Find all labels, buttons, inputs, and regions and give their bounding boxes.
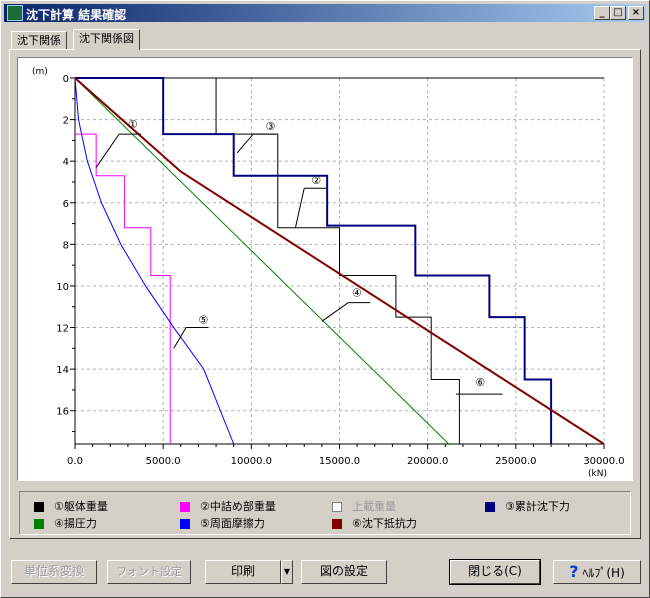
app-icon [7, 5, 23, 21]
button-label: ﾍﾙﾌﾟ(H) [582, 566, 625, 580]
chevron-down-icon: ▼ [283, 567, 291, 576]
annotation-label: ⑥ [475, 376, 485, 389]
y-axis-label: (m) [32, 67, 48, 77]
legend-swatch [34, 519, 44, 529]
button-label: 単位系変換 [23, 564, 84, 578]
y-tick-label: 2 [63, 116, 69, 127]
tab-label: 沈下関係 [17, 34, 61, 47]
help-icon: ? [569, 562, 579, 581]
x-tick-label: 20000.0 [407, 456, 448, 467]
button-label: 図の設定 [319, 564, 368, 578]
print-dropdown-button[interactable]: ▼ [281, 560, 293, 584]
y-tick-label: 16 [56, 407, 69, 418]
button-label: 閉じる(C) [468, 564, 522, 578]
window: 沈下計算 結果確認 _ □ × 沈下関係 沈下関係図 0.0 5000.0 1000… [0, 0, 650, 598]
tab-label: 沈下関係図 [79, 32, 134, 45]
legend-label: ②中詰め部重量 [200, 500, 276, 513]
series-line-5 [74, 77, 235, 445]
button-label: フォント設定 [116, 565, 182, 578]
legend-label: ④揚圧力 [54, 517, 97, 530]
annotation-leader [294, 188, 305, 228]
annotation-label: ③ [265, 120, 275, 133]
x-axis-label: (kN) [588, 469, 607, 479]
settlement-chart: 0.0 5000.0 10000.0 15000.0 20000.0 25000.0 300… [32, 67, 625, 479]
y-tick-label: 10 [56, 282, 69, 293]
close-window-button[interactable]: × [628, 6, 644, 20]
y-tick-label: 4 [63, 157, 69, 168]
minimize-button[interactable]: _ [594, 6, 610, 20]
legend-swatch [332, 519, 342, 529]
print-button[interactable]: 印刷 [205, 560, 281, 584]
series-line-3 [75, 77, 553, 444]
tab-settlement-relation[interactable]: 沈下関係 [11, 31, 67, 49]
legend-swatch [34, 502, 44, 512]
legend-label: 上載重量 [352, 500, 396, 513]
legend-swatch [485, 502, 495, 512]
button-label: 印刷 [230, 564, 255, 578]
y-tick-label: 6 [63, 199, 69, 210]
legend: ①躯体重量 ②中詰め部重量 上載重量 ③累計沈下力 ④揚圧力 ⑤周面摩擦力 ⑥沈… [19, 491, 631, 535]
legend-label: ⑥沈下抵抗力 [352, 517, 417, 530]
x-tick-label: 10000.0 [231, 456, 272, 467]
x-tick-label: 5000.0 [146, 456, 181, 467]
font-settings-button[interactable]: フォント設定 [107, 560, 191, 584]
annotation-leader [236, 133, 254, 154]
x-tick-label: 15000.0 [319, 456, 360, 467]
annotation-label: ① [128, 118, 138, 131]
y-tick-label: 0 [63, 74, 69, 85]
legend-label: ①躯体重量 [54, 500, 108, 513]
legend-swatch [180, 502, 190, 512]
annotation-leader [95, 133, 120, 168]
legend-label: ③累計沈下力 [505, 500, 570, 513]
tab-settlement-chart[interactable]: 沈下関係図 [73, 29, 140, 50]
window-title: 沈下計算 結果確認 [26, 8, 127, 22]
annotation-label: ④ [352, 286, 362, 299]
unit-convert-button[interactable]: 単位系変換 [11, 560, 97, 584]
close-button[interactable]: 閉じる(C) [449, 559, 541, 585]
series-line-2 [75, 133, 171, 444]
annotation-label: ⑤ [198, 313, 208, 326]
help-button[interactable]: ? ﾍﾙﾌﾟ(H) [553, 560, 641, 584]
y-tick-label: 8 [63, 240, 69, 251]
annotation-leader [321, 302, 349, 322]
legend-swatch [180, 519, 190, 529]
legend-swatch [332, 502, 342, 512]
x-tick-label: 0.0 [67, 456, 83, 467]
x-tick-label: 25000.0 [495, 456, 536, 467]
x-tick-label: 30000.0 [583, 456, 624, 467]
title-bar: 沈下計算 結果確認 _ □ × [4, 4, 646, 22]
chart-frame: 0.0 5000.0 10000.0 15000.0 20000.0 25000.0 300… [17, 57, 633, 481]
y-tick-label: 14 [56, 365, 69, 376]
annotation-label: ② [311, 174, 321, 187]
figure-settings-button[interactable]: 図の設定 [301, 560, 387, 584]
y-tick-label: 12 [56, 324, 69, 335]
legend-label: ⑤周面摩擦力 [200, 517, 265, 530]
maximize-button[interactable]: □ [610, 6, 626, 20]
